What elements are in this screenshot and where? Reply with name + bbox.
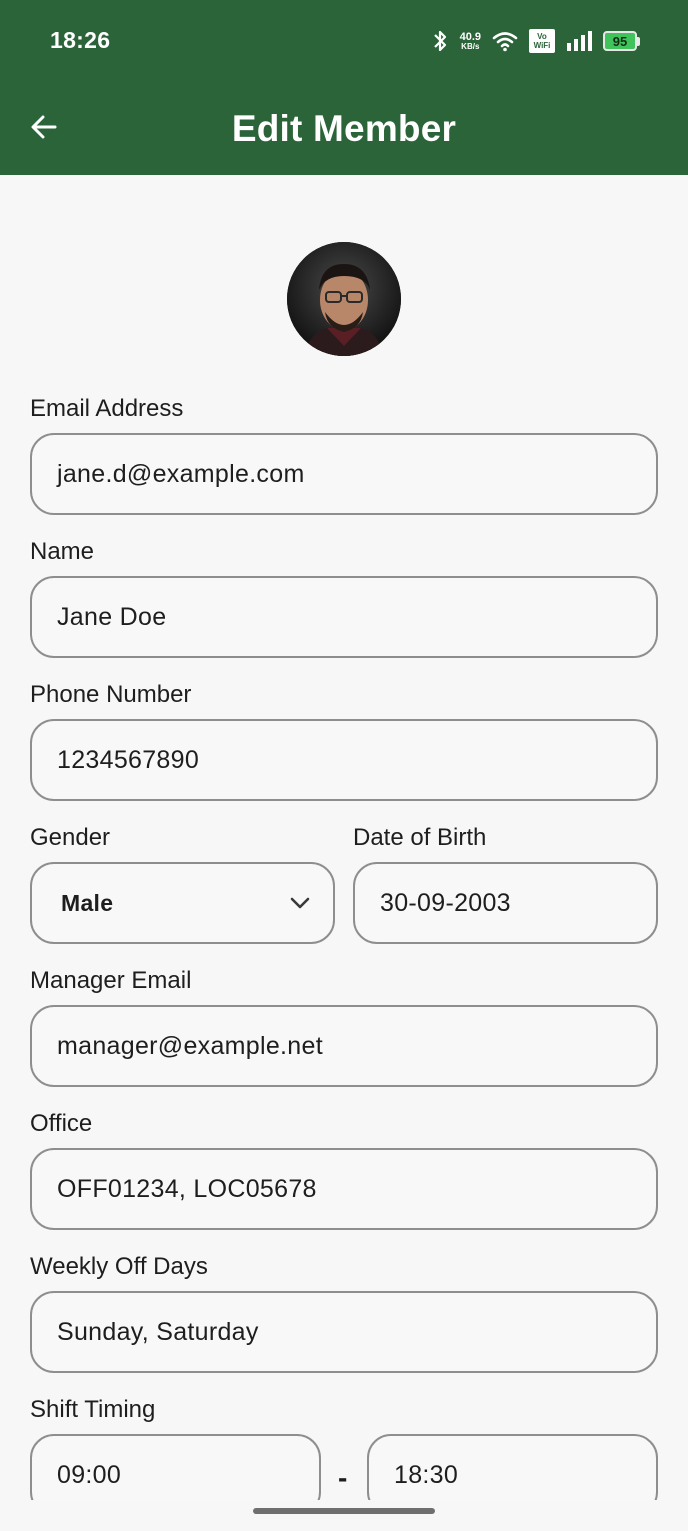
office-value: OFF01234, LOC05678 (57, 1174, 317, 1203)
email-field[interactable]: jane.d@example.com (30, 433, 658, 515)
status-time: 18:26 (50, 27, 111, 53)
network-speed-unit: KB/s (461, 41, 480, 51)
gender-value: Male (61, 889, 114, 916)
app-bar: 18:26 40.9 KB/s Vo WiFi 95 Edit Member (0, 0, 688, 175)
bluetooth-icon (431, 29, 449, 53)
signal-icon (566, 31, 592, 51)
gender-label: Gender (30, 824, 111, 851)
vowifi-top: Vo (537, 32, 547, 41)
battery-level: 95 (603, 31, 637, 51)
manager-email-value: manager@example.net (57, 1031, 323, 1060)
shift-separator: - (338, 1462, 348, 1493)
vowifi-bottom: WiFi (533, 41, 551, 50)
wifi-icon (492, 30, 518, 52)
phone-value: 1234567890 (57, 745, 200, 774)
dob-value: 30-09-2003 (380, 888, 511, 917)
email-label: Email Address (30, 395, 184, 422)
battery-icon: 95 (603, 31, 640, 51)
dob-field[interactable]: 30-09-2003 (353, 862, 658, 944)
email-value: jane.d@example.com (57, 459, 305, 488)
shift-start-value: 09:00 (57, 1460, 122, 1489)
manager-email-label: Manager Email (30, 967, 192, 994)
phone-field[interactable]: 1234567890 (30, 719, 658, 801)
status-bar: 18:26 40.9 KB/s Vo WiFi 95 (0, 0, 688, 80)
network-speed-value: 40.9 (459, 30, 481, 43)
page-title: Edit Member (231, 108, 457, 149)
home-indicator[interactable] (253, 1508, 435, 1514)
network-speed: 40.9 KB/s (459, 30, 481, 51)
shift-timing-label: Shift Timing (30, 1396, 156, 1423)
weekly-off-field[interactable]: Sunday, Saturday (30, 1291, 658, 1373)
office-label: Office (30, 1110, 93, 1137)
name-field[interactable]: Jane Doe (30, 576, 658, 658)
manager-email-field[interactable]: manager@example.net (30, 1005, 658, 1087)
status-icons: 40.9 KB/s Vo WiFi 95 (431, 26, 640, 56)
bottom-area (0, 1500, 688, 1531)
chevron-down-icon (290, 897, 310, 909)
office-field[interactable]: OFF01234, LOC05678 (30, 1148, 658, 1230)
phone-label: Phone Number (30, 681, 192, 708)
name-label: Name (30, 538, 95, 565)
name-value: Jane Doe (57, 602, 167, 631)
weekly-off-value: Sunday, Saturday (57, 1317, 259, 1346)
toolbar: Edit Member (0, 88, 688, 168)
shift-end-value: 18:30 (394, 1460, 459, 1489)
vowifi-icon: Vo WiFi (529, 29, 555, 53)
weekly-off-label: Weekly Off Days (30, 1253, 208, 1280)
gender-select[interactable]: Male (30, 862, 335, 944)
dob-label: Date of Birth (353, 824, 487, 851)
avatar[interactable] (287, 242, 401, 356)
